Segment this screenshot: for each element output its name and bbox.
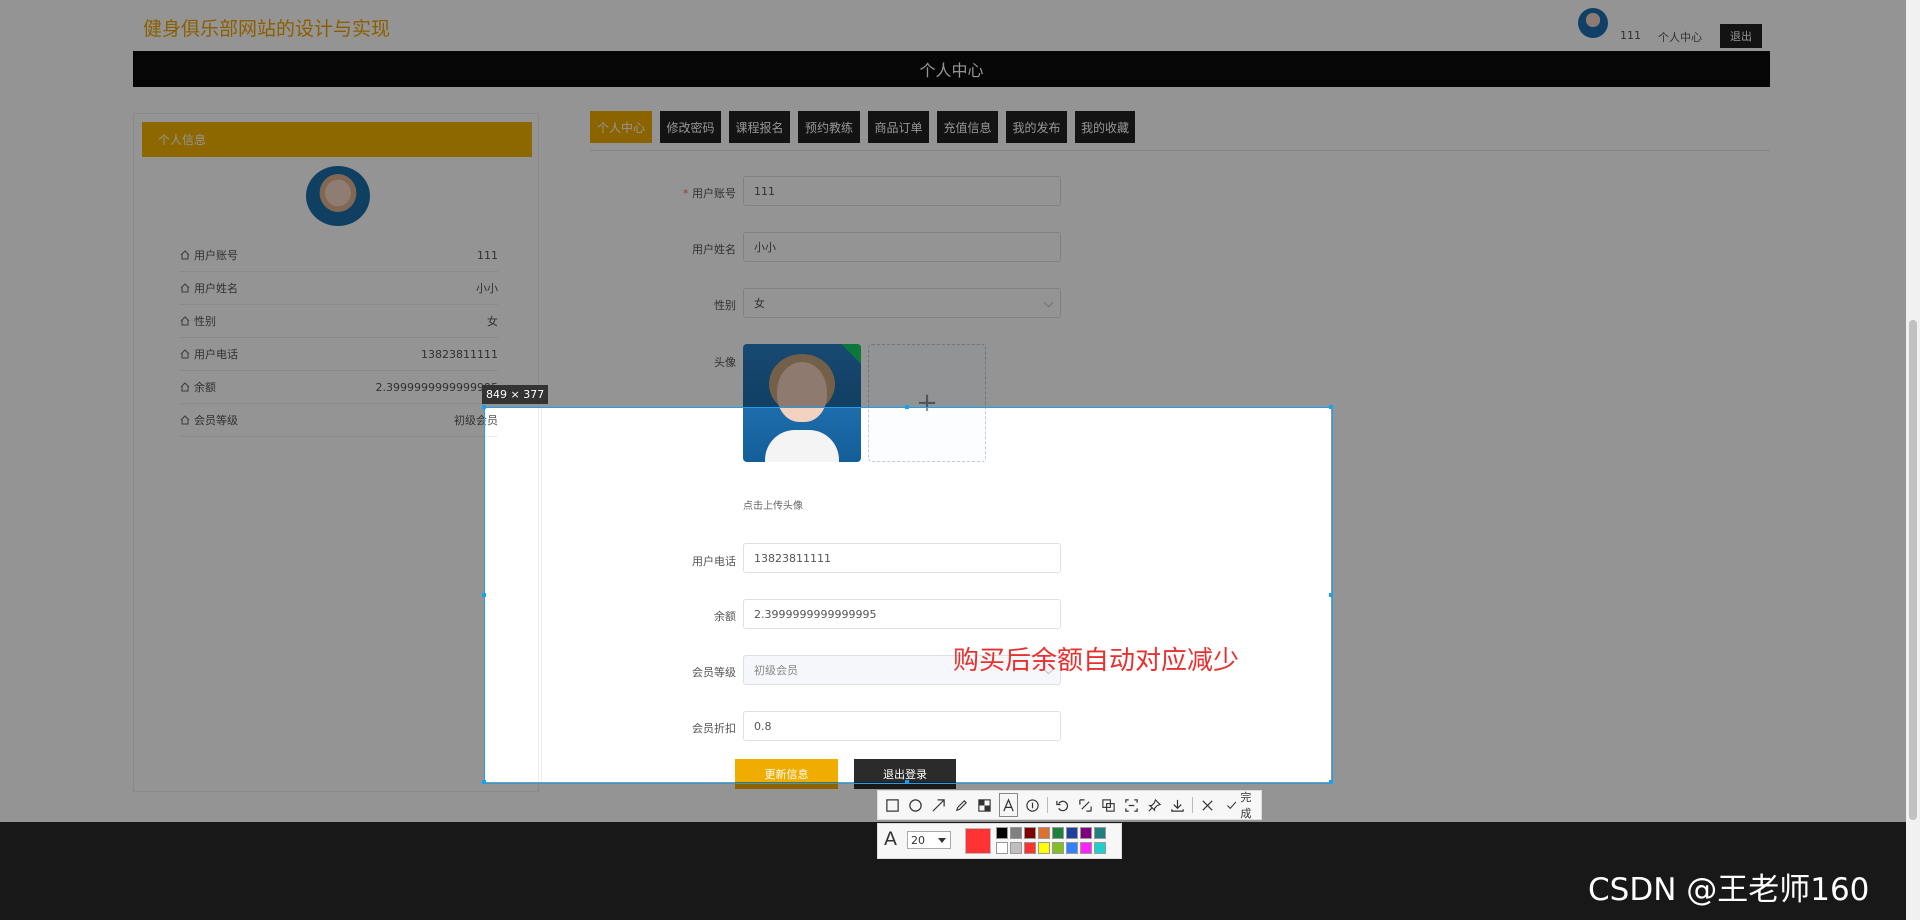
screenshot-toolbar: 完成 bbox=[877, 790, 1262, 820]
watermark: CSDN @王老师160 bbox=[1588, 872, 1870, 908]
resize-handle[interactable] bbox=[482, 780, 486, 784]
current-color-swatch[interactable] bbox=[965, 828, 991, 854]
scan-icon[interactable] bbox=[1123, 794, 1140, 816]
resize-handle[interactable] bbox=[482, 593, 486, 597]
color-swatch[interactable] bbox=[1038, 827, 1050, 839]
color-swatch[interactable] bbox=[1066, 842, 1078, 854]
rectangle-icon[interactable] bbox=[884, 794, 901, 816]
color-swatch[interactable] bbox=[1038, 842, 1050, 854]
color-swatch[interactable] bbox=[1066, 827, 1078, 839]
undo-icon[interactable] bbox=[1054, 794, 1071, 816]
color-swatch[interactable] bbox=[996, 827, 1008, 839]
scrollbar-thumb[interactable] bbox=[1909, 320, 1917, 820]
color-swatch[interactable] bbox=[1080, 842, 1092, 854]
color-swatch[interactable] bbox=[1010, 842, 1022, 854]
resize-handle[interactable] bbox=[905, 405, 909, 409]
long-screenshot-icon[interactable] bbox=[1077, 794, 1094, 816]
resize-handle[interactable] bbox=[1329, 780, 1333, 784]
color-swatch[interactable] bbox=[1052, 842, 1064, 854]
resize-handle[interactable] bbox=[1329, 593, 1333, 597]
color-swatch[interactable] bbox=[1080, 827, 1092, 839]
check-icon bbox=[1227, 801, 1237, 809]
selection-box[interactable] bbox=[484, 407, 1333, 784]
color-swatch[interactable] bbox=[1052, 827, 1064, 839]
mosaic-icon[interactable] bbox=[976, 794, 993, 816]
resize-handle[interactable] bbox=[1329, 405, 1333, 409]
pencil-icon[interactable] bbox=[953, 794, 970, 816]
color-swatch[interactable] bbox=[1010, 827, 1022, 839]
font-size-select[interactable]: 20 bbox=[907, 831, 951, 849]
overlay-mask-top bbox=[0, 0, 1920, 407]
overlay-mask-left bbox=[0, 407, 484, 782]
done-label: 完成 bbox=[1240, 791, 1252, 820]
color-swatch[interactable] bbox=[996, 842, 1008, 854]
color-swatch[interactable] bbox=[1024, 842, 1036, 854]
toolbar-separator bbox=[1047, 797, 1048, 813]
pin-icon[interactable] bbox=[1146, 794, 1163, 816]
font-size-value: 20 bbox=[911, 833, 925, 847]
selection-size-badge: 849 × 377 bbox=[482, 385, 549, 404]
close-icon[interactable] bbox=[1199, 794, 1216, 816]
color-swatch[interactable] bbox=[1024, 827, 1036, 839]
resize-handle[interactable] bbox=[482, 405, 486, 409]
text-icon[interactable] bbox=[999, 793, 1019, 817]
chevron-down-icon bbox=[938, 838, 946, 843]
download-icon[interactable] bbox=[1169, 794, 1186, 816]
ocr-icon[interactable] bbox=[1100, 794, 1117, 816]
toolbar-separator bbox=[1192, 797, 1193, 813]
number-marker-icon[interactable] bbox=[1024, 794, 1041, 816]
arrow-icon[interactable] bbox=[930, 794, 947, 816]
done-button[interactable]: 完成 bbox=[1222, 789, 1261, 821]
overlay-mask-right bbox=[1331, 407, 1920, 782]
font-size-icon: A bbox=[884, 828, 897, 850]
ellipse-icon[interactable] bbox=[907, 794, 924, 816]
color-swatch[interactable] bbox=[1094, 827, 1106, 839]
color-swatch[interactable] bbox=[1094, 842, 1106, 854]
resize-handle[interactable] bbox=[905, 780, 909, 784]
